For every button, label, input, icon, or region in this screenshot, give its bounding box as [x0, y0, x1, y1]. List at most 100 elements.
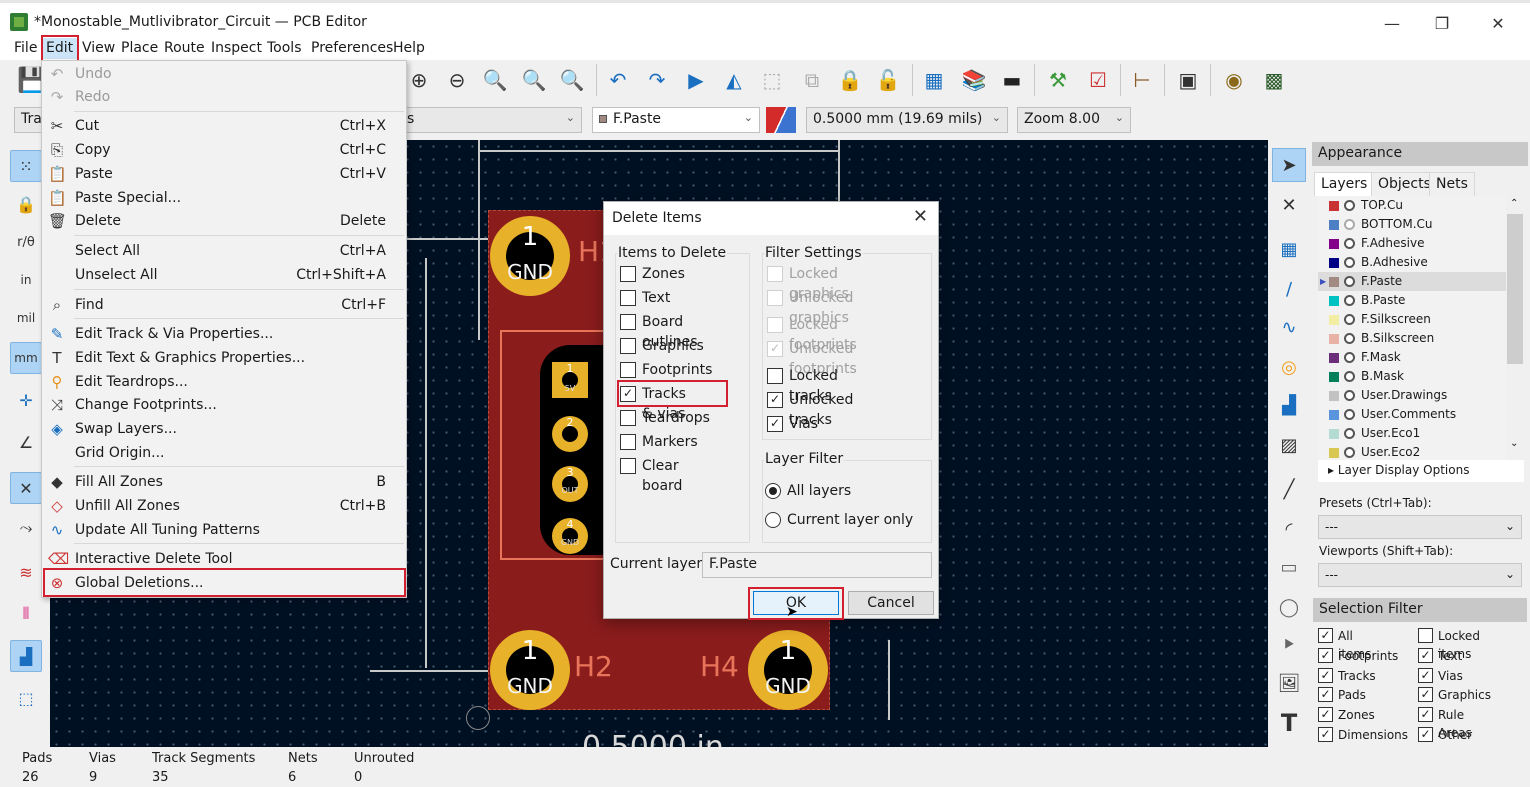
mounting-pad-h1[interactable]: 1 GND [490, 216, 570, 296]
track-display-icon[interactable]: ≋ [10, 556, 42, 588]
via-display-icon[interactable]: ⫴ [10, 598, 42, 630]
layer-color-swatch[interactable] [1329, 296, 1339, 306]
menu-tools[interactable]: Tools [263, 38, 306, 59]
presets-combo[interactable]: --- ⌄ [1318, 515, 1522, 539]
layer-color-swatch[interactable] [1329, 353, 1339, 363]
tab-objects[interactable]: Objects [1371, 172, 1438, 196]
menu-item-undo[interactable]: ↶ Undo [42, 63, 406, 86]
local-ratsnest-icon[interactable]: ✕ [1272, 188, 1306, 222]
menu-route[interactable]: Route [160, 38, 209, 59]
menu-item-edit-text-graphics-properties[interactable]: T Edit Text & Graphics Properties... [42, 347, 406, 370]
selection-filter-all-items[interactable]: ✓ All items [1318, 627, 1371, 661]
track-width-combo[interactable]: Trac [14, 107, 50, 133]
units-mil-icon[interactable]: mil [10, 302, 42, 334]
add-zone-icon[interactable]: ▟ [1272, 388, 1306, 422]
rotate-cw-icon[interactable]: ↷ [643, 66, 671, 94]
layer-selector-combo[interactable]: F.Paste ⌄ [592, 107, 760, 133]
layer-row-user-drawings[interactable]: User.Drawings [1318, 386, 1506, 405]
add-image-icon[interactable]: 🖼 [1272, 666, 1306, 700]
menu-item-redo[interactable]: ↷ Redo [42, 86, 406, 109]
unlock-icon[interactable]: 🔓 [874, 66, 902, 94]
draw-line-icon[interactable]: ╱ [1272, 472, 1306, 506]
layer-row-b-silkscreen[interactable]: B.Silkscreen [1318, 329, 1506, 348]
eye-icon[interactable] [1344, 257, 1355, 268]
layer-pair-icon[interactable] [766, 107, 796, 133]
menu-help[interactable]: Help [389, 38, 429, 59]
delete-option-markers[interactable]: Markers [620, 432, 698, 452]
router-icon[interactable]: ⚒ [1044, 66, 1072, 94]
layer-row-b-mask[interactable]: B.Mask [1318, 367, 1506, 386]
selection-filter-vias[interactable]: ✓ Vias [1418, 667, 1463, 685]
units-mm-icon[interactable]: mm [10, 342, 42, 374]
layer-row-f-silkscreen[interactable]: F.Silkscreen [1318, 310, 1506, 329]
curved-ratsnest-icon[interactable]: ⤳ [10, 512, 42, 544]
menu-item-fill-all-zones[interactable]: ◆ Fill All Zones B [42, 471, 406, 494]
viewports-combo[interactable]: --- ⌄ [1318, 563, 1522, 587]
cursor-crosshair-icon[interactable]: ✛ [10, 384, 42, 416]
zone-outline-icon[interactable]: ⬚ [10, 682, 42, 714]
selection-filter-graphics[interactable]: ✓ Graphics [1418, 686, 1491, 704]
draw-rectangle-icon[interactable]: ▭ [1272, 550, 1306, 584]
zoom-selection-icon[interactable]: 🔍 [558, 66, 586, 94]
mirror-vertical-icon[interactable]: ▶ [682, 66, 710, 94]
menu-item-unselect-all[interactable]: Unselect All Ctrl+Shift+A [42, 264, 406, 287]
zoom-fit-icon[interactable]: 🔍 [481, 66, 509, 94]
layer-row-f-paste[interactable]: ▶ F.Paste [1318, 272, 1506, 291]
eye-icon[interactable] [1344, 200, 1355, 211]
delete-option-text[interactable]: Text [620, 288, 670, 308]
group-icon[interactable]: ⬚ [758, 66, 786, 94]
menu-place[interactable]: Place [117, 38, 162, 59]
layer-color-swatch[interactable] [1329, 391, 1339, 401]
eye-icon[interactable] [1344, 371, 1355, 382]
angle-snap-icon[interactable]: ∠ [10, 426, 42, 458]
layer-row-top-cu[interactable]: TOP.Cu [1318, 196, 1506, 215]
grid-toggle-icon[interactable]: ⁙ [10, 150, 42, 182]
layer-row-b-paste[interactable]: B.Paste [1318, 291, 1506, 310]
selection-filter-rule-areas[interactable]: ✓ Rule Areas [1418, 706, 1472, 740]
zoom-in-icon[interactable]: ⊕ [405, 66, 433, 94]
menu-item-edit-track-via-properties[interactable]: ✎ Edit Track & Via Properties... [42, 323, 406, 346]
layer-color-swatch[interactable] [1329, 220, 1339, 230]
menu-item-grid-origin[interactable]: Grid Origin... [42, 442, 406, 465]
menu-item-copy[interactable]: ⎘ Copy Ctrl+C [42, 139, 406, 162]
selection-filter-footprints[interactable]: ✓ Footprints [1318, 647, 1398, 665]
connector-pin-3[interactable]: 3 OUT [552, 466, 588, 502]
footprint-editor-icon[interactable]: ▦ [920, 66, 948, 94]
mounting-pad-h4[interactable]: 1 GND [748, 630, 828, 710]
scripting-console-icon[interactable]: ▣ [1174, 66, 1202, 94]
eye-hidden-icon[interactable] [1344, 219, 1355, 230]
lock-icon[interactable]: 🔒 [836, 66, 864, 94]
layer-color-swatch[interactable] [1329, 315, 1339, 325]
layer-row-user-eco1[interactable]: User.Eco1 [1318, 424, 1506, 443]
add-footprint-icon[interactable]: ▦ [1272, 232, 1306, 266]
mirror-horizontal-icon[interactable]: ◭ [720, 66, 748, 94]
layer-display-options-toggle[interactable]: ▸ Layer Display Options [1318, 460, 1524, 482]
selection-filter-locked-items[interactable]: Locked items [1418, 627, 1480, 661]
drc-lock-icon[interactable]: 🔒 [10, 188, 42, 220]
tune-length-icon[interactable]: ∿ [1272, 310, 1306, 344]
ungroup-icon[interactable]: ⧉ [798, 66, 826, 94]
eye-icon[interactable] [1344, 428, 1355, 439]
menu-item-change-footprints[interactable]: ⤨ Change Footprints... [42, 394, 406, 417]
3d-viewer-icon[interactable]: ▬ [998, 66, 1026, 94]
grid-size-combo[interactable]: 0.5000 mm (19.69 mils) ⌄ [806, 107, 1008, 133]
zoom-out-icon[interactable]: ⊖ [443, 66, 471, 94]
zoom-combo[interactable]: Zoom 8.00 ⌄ [1017, 107, 1131, 133]
current-layer-only-radio[interactable]: Current layer only [765, 510, 913, 530]
filter-option-locked-tracks[interactable]: Locked tracks [767, 366, 838, 404]
tab-layers[interactable]: Layers [1314, 172, 1375, 196]
plugin-badge-icon[interactable]: ◉ [1220, 66, 1248, 94]
ratsnest-icon[interactable]: ✕ [10, 472, 42, 504]
close-window-button[interactable]: ✕ [1478, 11, 1518, 37]
footprint-browser-icon[interactable]: 📚 [960, 66, 988, 94]
menu-item-paste-special[interactable]: 📋 Paste Special... [42, 187, 406, 210]
connector-pin-1[interactable]: 1 5V [552, 362, 588, 398]
layer-color-swatch[interactable] [1329, 372, 1339, 382]
add-text-icon[interactable]: T [1272, 706, 1306, 740]
layer-color-swatch[interactable] [1329, 448, 1339, 458]
eye-icon[interactable] [1344, 409, 1355, 420]
connector-pin-2[interactable]: 2 [552, 416, 588, 452]
drc-icon[interactable]: ☑ [1084, 66, 1112, 94]
eye-icon[interactable] [1344, 352, 1355, 363]
rule-area-icon[interactable]: ▨ [1272, 428, 1306, 462]
